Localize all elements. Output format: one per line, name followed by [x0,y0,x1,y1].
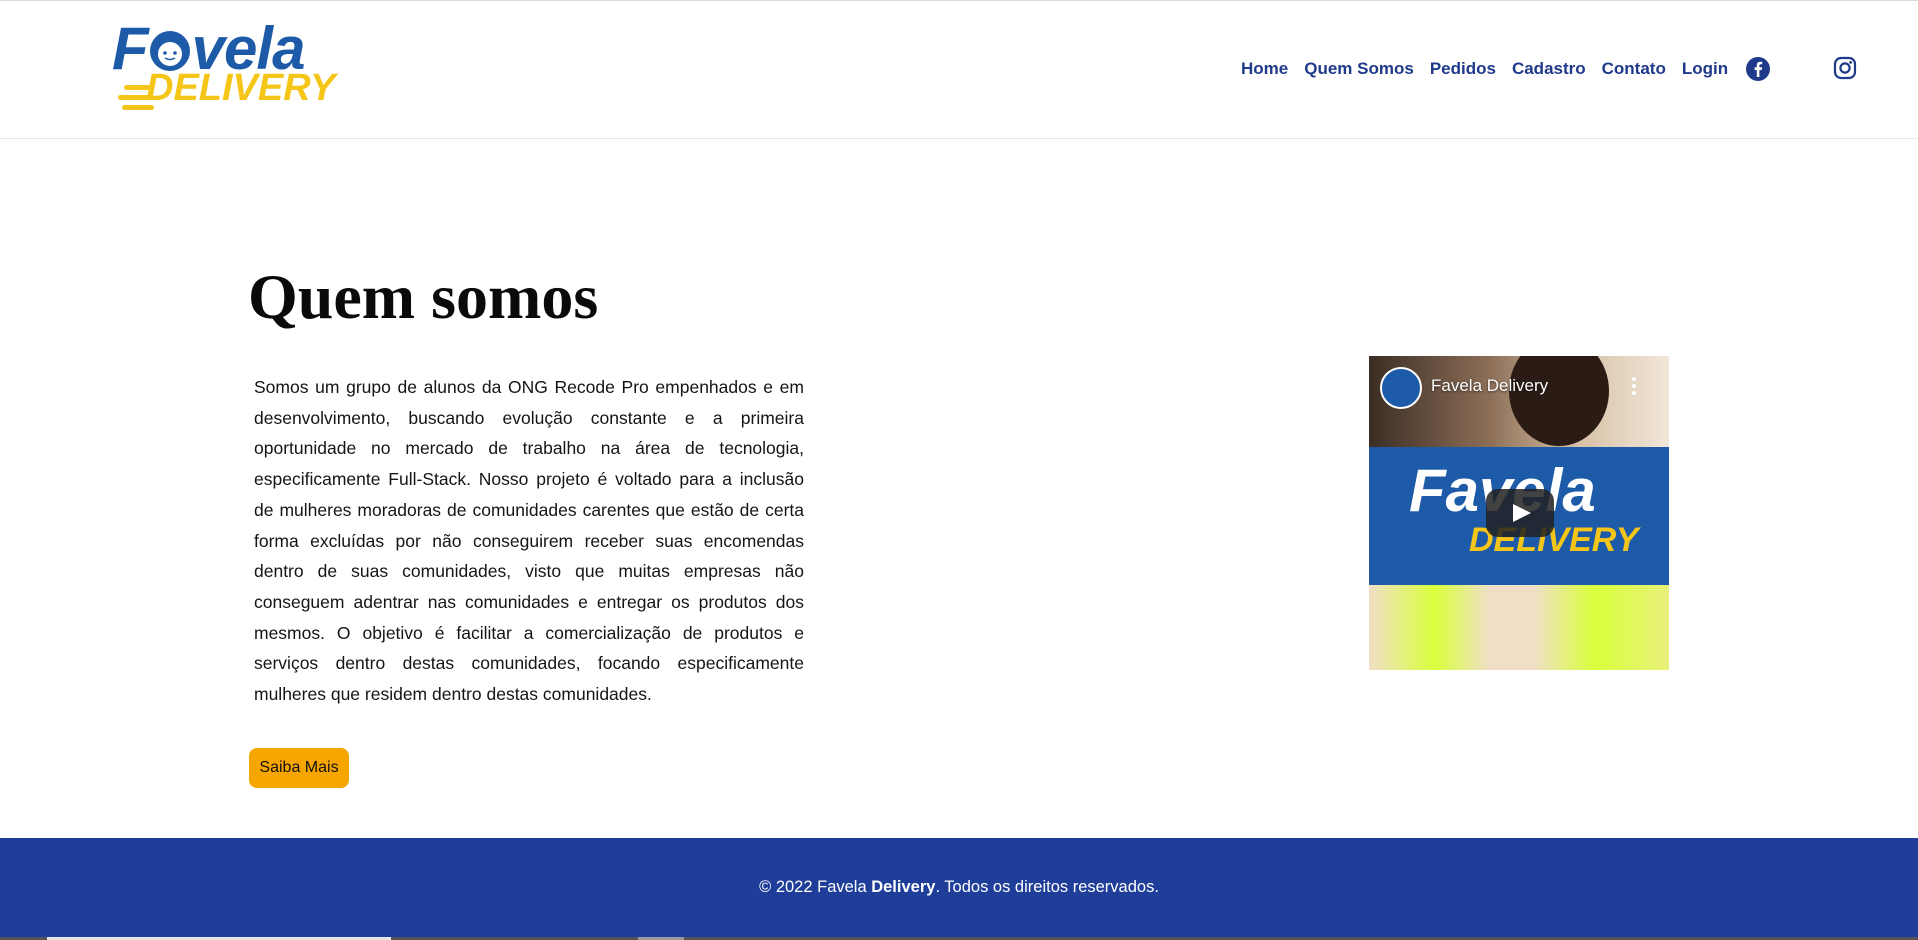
saiba-mais-button[interactable]: Saiba Mais [249,748,349,788]
nav-home[interactable]: Home [1241,59,1288,79]
instagram-icon[interactable] [1833,56,1857,80]
site-footer: © 2022 Favela Delivery. Todos os direito… [0,838,1918,940]
channel-avatar-icon[interactable] [1380,367,1422,409]
video-title[interactable]: Favela Delivery [1431,376,1548,396]
youtube-video-embed[interactable]: Favela DELIVERY Favela Delivery [1369,356,1669,670]
facebook-icon[interactable] [1745,56,1771,82]
nav-login[interactable]: Login [1682,59,1728,79]
logo-face-icon [148,23,192,71]
nav-quem-somos[interactable]: Quem Somos [1304,59,1414,79]
play-button[interactable] [1486,489,1554,537]
nav-cadastro[interactable]: Cadastro [1512,59,1586,79]
more-options-icon[interactable] [1631,376,1637,396]
nav-contato[interactable]: Contato [1602,59,1666,79]
video-thumbnail-bottom [1369,585,1669,670]
logo-word-delivery: DELIVERY [146,67,336,109]
footer-copyright: © 2022 Favela Delivery. Todos os direito… [759,878,1159,896]
video-thumbnail-face [1509,356,1609,446]
page-title: Quem somos [248,261,599,332]
nav-pedidos[interactable]: Pedidos [1430,59,1496,79]
play-icon [1513,504,1531,522]
main-nav: Home Quem Somos Pedidos Cadastro Contato… [1241,59,1744,79]
site-header: F vela DELIVERY Home Quem Somos Pedidos … [0,0,1918,139]
favela-delivery-logo[interactable]: F vela DELIVERY [112,19,352,119]
about-paragraph: Somos um grupo de alunos da ONG Recode P… [254,377,804,705]
